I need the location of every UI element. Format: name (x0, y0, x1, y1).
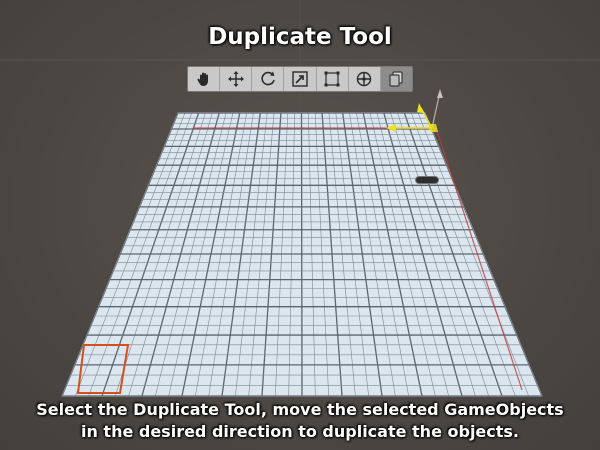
scale-tool-button[interactable] (284, 67, 317, 91)
rect-tool-button[interactable] (317, 67, 349, 91)
transform-tool-button[interactable] (349, 67, 381, 91)
scene-viewport[interactable]: Duplicate Tool Select the Duplicate Tool… (0, 0, 600, 450)
move-icon (227, 71, 244, 87)
rotate-tool-button[interactable] (252, 67, 285, 91)
hand-tool-button[interactable] (188, 67, 221, 91)
duplicate-tool-button[interactable] (380, 67, 412, 91)
gizmo-z-arrow-icon[interactable] (417, 103, 424, 113)
scene-handle-pill[interactable] (415, 176, 439, 184)
caption-line-2: in the desired direction to duplicate th… (80, 422, 520, 441)
transform-icon (357, 71, 372, 87)
scale-icon (292, 71, 308, 87)
caption-line-1: Select the Duplicate Tool, move the sele… (36, 400, 564, 419)
duplicate-icon (389, 71, 404, 87)
move-tool-button[interactable] (220, 67, 253, 91)
rect-icon (324, 71, 340, 87)
hand-icon (196, 72, 208, 86)
tool-toolbar (187, 66, 413, 92)
page-title: Duplicate Tool (208, 24, 392, 50)
rotate-icon (261, 71, 275, 86)
tile-floor[interactable] (61, 112, 543, 397)
instruction-caption: Select the Duplicate Tool, move the sele… (0, 399, 600, 443)
gizmo-y-arrow-icon[interactable] (437, 89, 443, 98)
